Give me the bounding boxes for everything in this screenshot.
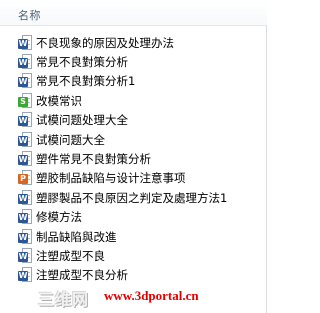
file-name-label: 不良现象的原因及处理办法	[36, 35, 174, 50]
watermark-url-text: www.3dportal.cn	[104, 288, 199, 303]
file-item[interactable]: W 常見不良對策分析	[0, 52, 267, 71]
word-document-icon: W	[18, 247, 32, 264]
file-item[interactable]: W 塑膠製品不良原因之判定及處理方法1	[0, 188, 267, 207]
word-document-icon: W	[18, 54, 32, 70]
file-item[interactable]: W 试模问题处理大全	[0, 111, 267, 130]
word-document-icon: W	[18, 112, 32, 128]
word-document-icon: W	[18, 189, 32, 206]
file-item[interactable]: W 制品缺陷與改進	[0, 227, 267, 246]
file-item[interactable]: W 修模方法	[0, 208, 267, 227]
file-name-label: 常見不良對策分析1	[36, 74, 136, 89]
file-item[interactable]: W 注塑成型不良分析	[0, 266, 267, 285]
word-document-icon: W	[18, 209, 32, 225]
word-document-icon: W	[18, 151, 32, 167]
file-item[interactable]: W 常見不良對策分析1	[0, 72, 267, 91]
watermark-chinese-text: 三维网	[38, 290, 90, 309]
file-name-label: 常見不良對策分析	[36, 55, 128, 70]
file-item[interactable]: W 试模问题大全	[0, 130, 267, 149]
word-document-icon: W	[18, 228, 32, 245]
file-name-label: 制品缺陷與改進	[36, 229, 117, 244]
file-name-label: 试模问题大全	[36, 132, 105, 147]
wps-document-icon: S	[18, 92, 32, 109]
word-document-icon: W	[18, 34, 32, 51]
file-item[interactable]: W 不良现象的原因及处理办法	[0, 33, 267, 52]
file-name-label: 试模问题处理大全	[36, 113, 128, 128]
file-list-pane: 名称 W 不良现象的原因及处理办法 W 常見不良對策分析 W 常見不良對策分析1 S 改模常识…	[0, 0, 267, 313]
file-list: W 不良现象的原因及处理办法 W 常見不良對策分析 W 常見不良對策分析1 S 改模常识 W 试模…	[0, 33, 267, 285]
file-item[interactable]: S 改模常识	[0, 91, 267, 110]
file-name-label: 注塑成型不良	[36, 248, 105, 263]
list-header: 名称	[0, 0, 267, 26]
file-name-label: 塑膠製品不良原因之判定及處理方法1	[36, 190, 228, 205]
word-document-icon: W	[18, 267, 32, 283]
word-document-icon: W	[18, 73, 32, 89]
file-item[interactable]: W 注塑成型不良	[0, 246, 267, 265]
file-name-label: 改模常识	[36, 93, 82, 108]
file-name-label: 塑件常見不良對策分析	[36, 152, 151, 167]
word-document-icon: W	[18, 131, 32, 148]
file-item[interactable]: P 塑胶制品缺陷与设计注意事项	[0, 169, 267, 188]
file-name-label: 塑胶制品缺陷与设计注意事项	[36, 171, 186, 186]
name-column-header[interactable]: 名称	[18, 7, 41, 23]
file-name-label: 注塑成型不良分析	[36, 268, 128, 283]
file-item[interactable]: W 塑件常見不良對策分析	[0, 149, 267, 168]
file-name-label: 修模方法	[36, 210, 82, 225]
powerpoint-document-icon: P	[18, 170, 32, 186]
watermark-overlay: 三维网 www.3dportal.cn	[38, 286, 267, 309]
